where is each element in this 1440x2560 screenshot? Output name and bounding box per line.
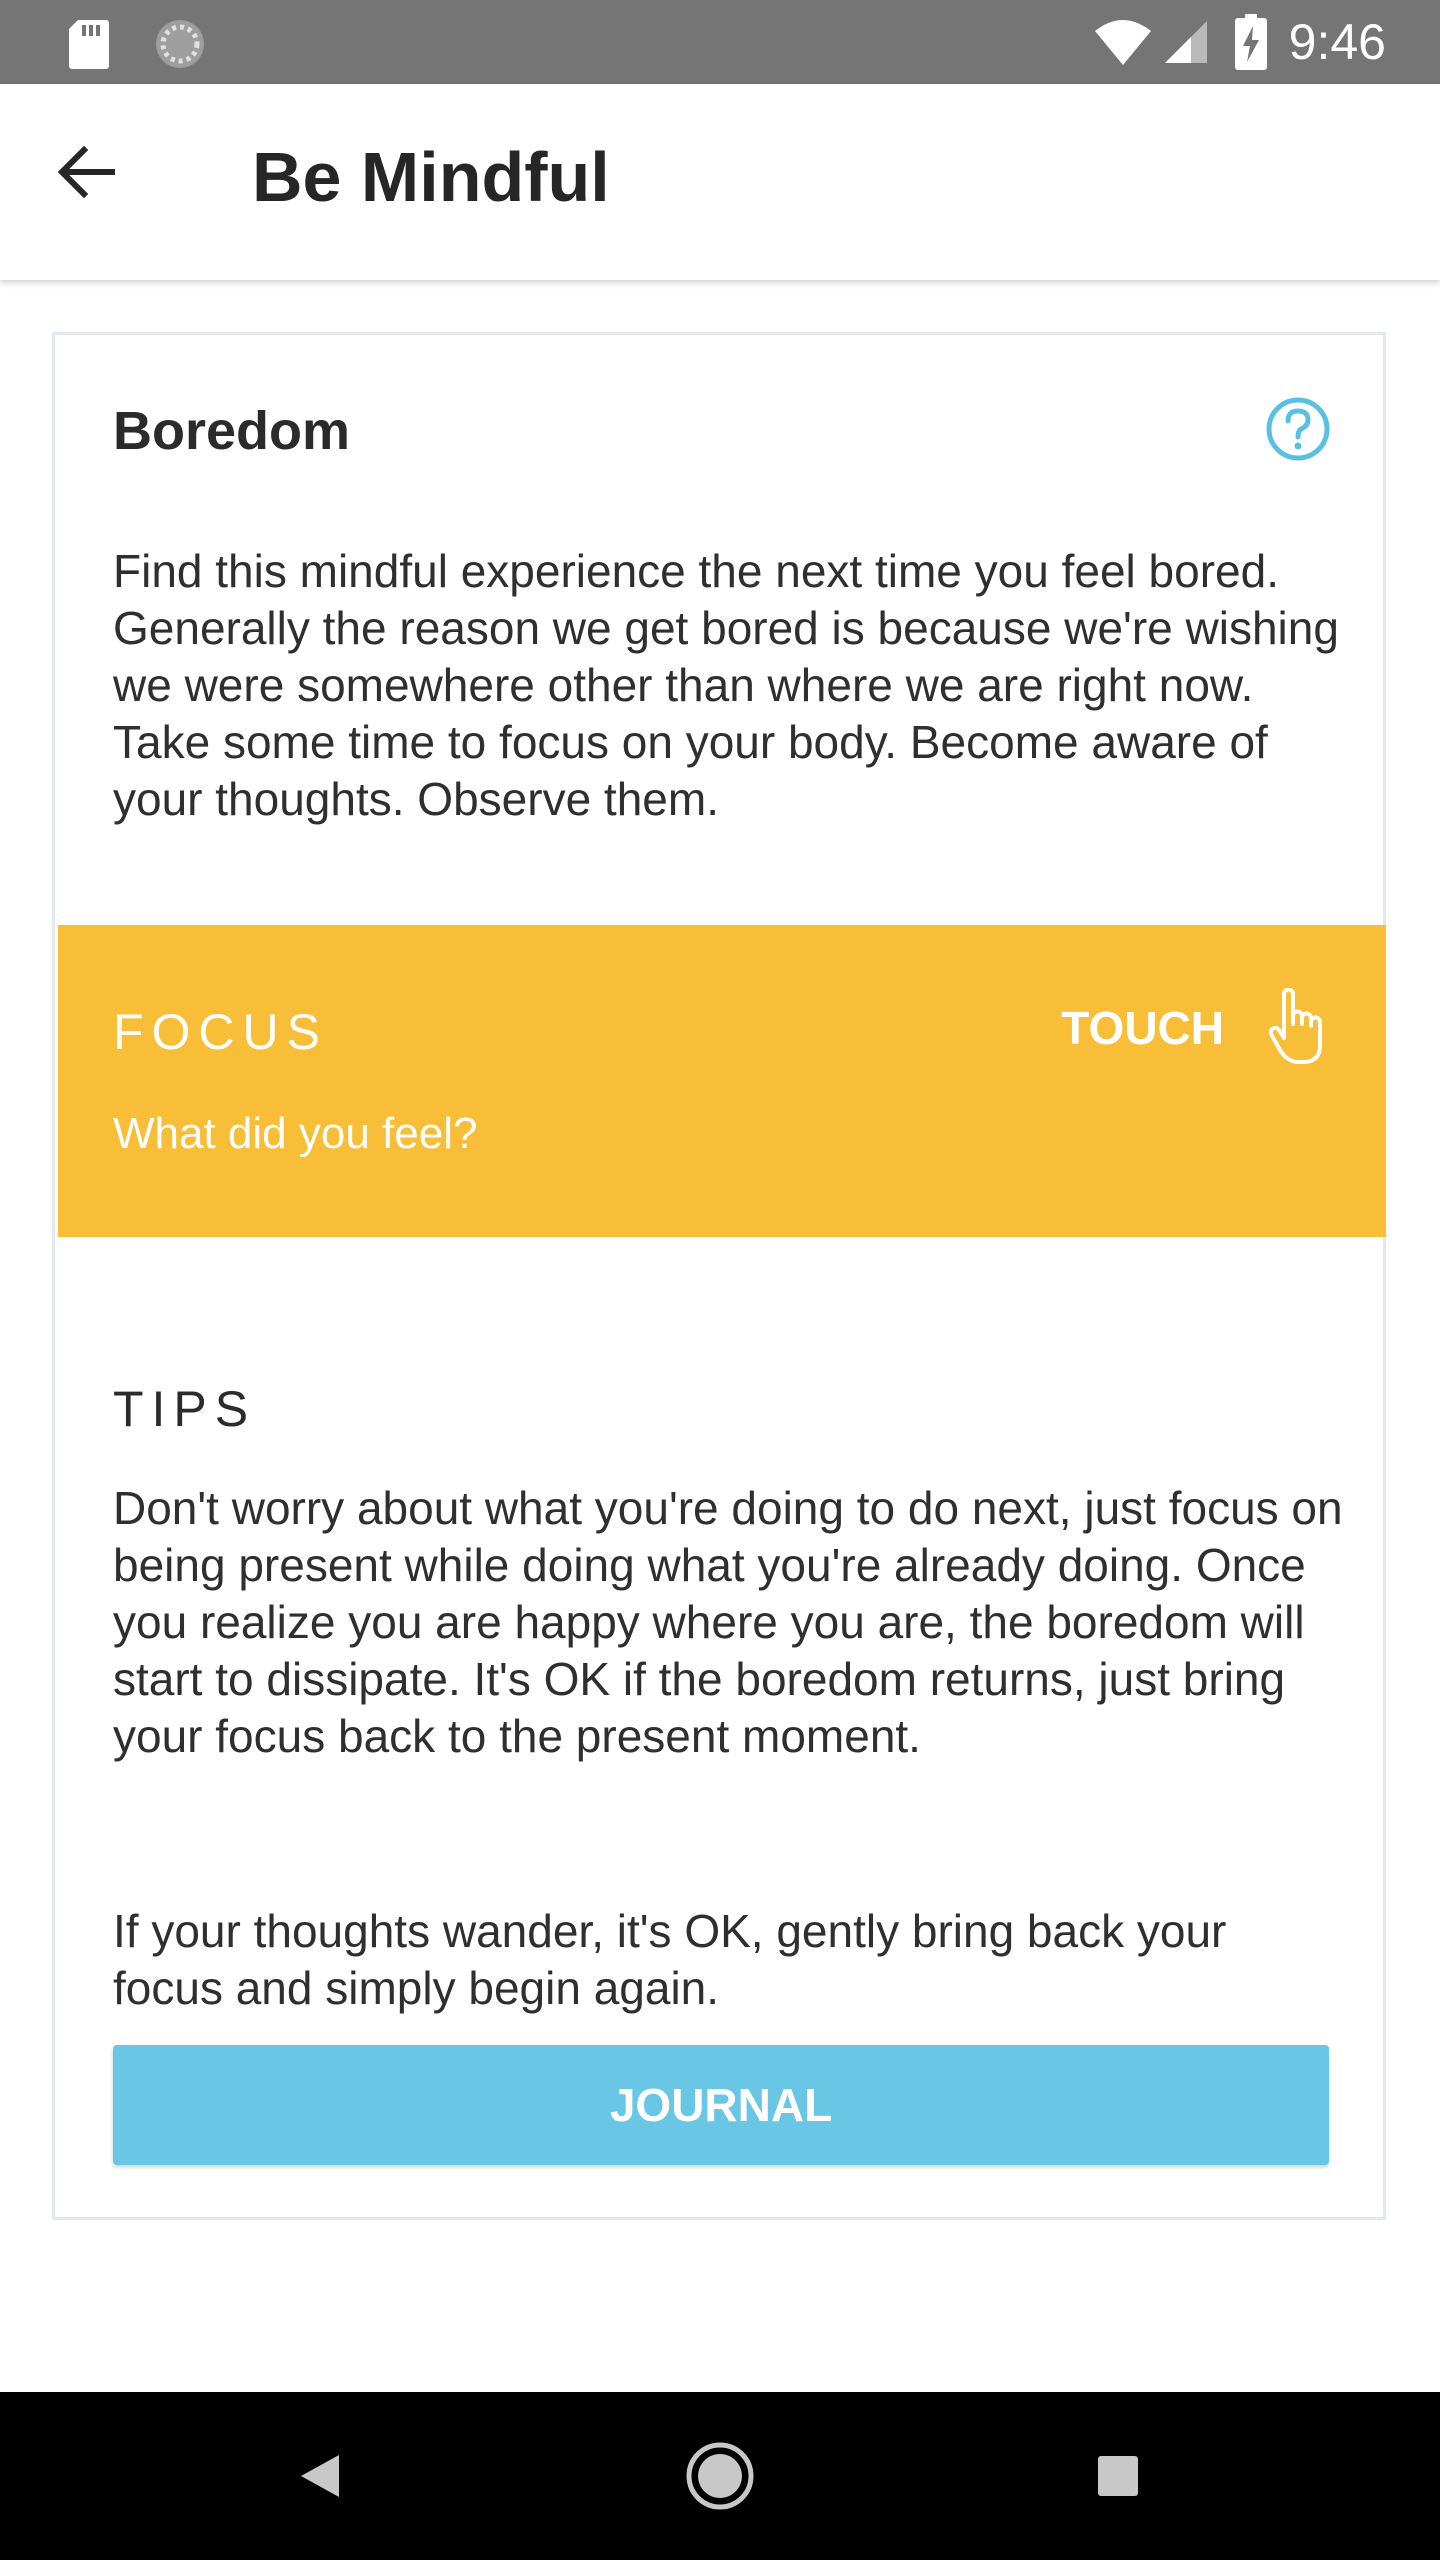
exercise-card: Boredom Find this mindful experience the…	[52, 332, 1386, 2220]
home-circle-icon	[686, 2442, 754, 2510]
status-right-icons: 9:46	[1093, 0, 1386, 84]
touch-label: TOUCH	[1061, 1002, 1224, 1054]
status-bar: 9:46	[0, 0, 1440, 84]
recents-square-icon	[1098, 2456, 1138, 2496]
tips-paragraph-1: Don't worry about what you're doing to d…	[113, 1482, 1343, 1762]
pointing-hand-icon	[1268, 988, 1322, 1064]
back-triangle-icon	[301, 2455, 339, 2497]
status-left-icons	[68, 16, 208, 72]
tips-paragraph-2: If your thoughts wander, it's OK, gently…	[113, 1905, 1227, 2014]
navigation-bar	[0, 2392, 1440, 2560]
nav-back-button[interactable]	[230, 2392, 410, 2560]
wifi-icon	[1094, 20, 1151, 65]
focus-question: What did you feel?	[113, 1109, 478, 1158]
nav-recents-button[interactable]	[1028, 2392, 1208, 2560]
journal-button[interactable]: JOURNAL	[113, 2045, 1329, 2165]
focus-section: FOCUS What did you feel? TOUCH	[58, 925, 1386, 1237]
status-time: 9:46	[1288, 14, 1386, 70]
card-description: Find this mindful experience the next ti…	[113, 545, 1339, 825]
page-title: Be Mindful	[252, 138, 610, 216]
help-button[interactable]	[1265, 396, 1331, 462]
signal-icon	[1164, 21, 1207, 63]
battery-charging-icon	[1234, 14, 1267, 70]
back-button[interactable]	[34, 120, 138, 224]
help-circle-icon	[1266, 397, 1330, 461]
sync-icon	[156, 20, 204, 68]
focus-label: FOCUS	[113, 1004, 328, 1060]
touch-button[interactable]: TOUCH	[1061, 983, 1324, 1073]
card-title: Boredom	[113, 401, 351, 461]
main-content[interactable]: Boredom Find this mindful experience the…	[0, 280, 1440, 2390]
nav-home-button[interactable]	[630, 2392, 810, 2560]
app-bar: Be Mindful	[0, 84, 1440, 280]
tips-label: TIPS	[113, 1381, 257, 1437]
sd-card-icon	[69, 20, 109, 69]
arrow-back-icon	[57, 145, 115, 199]
